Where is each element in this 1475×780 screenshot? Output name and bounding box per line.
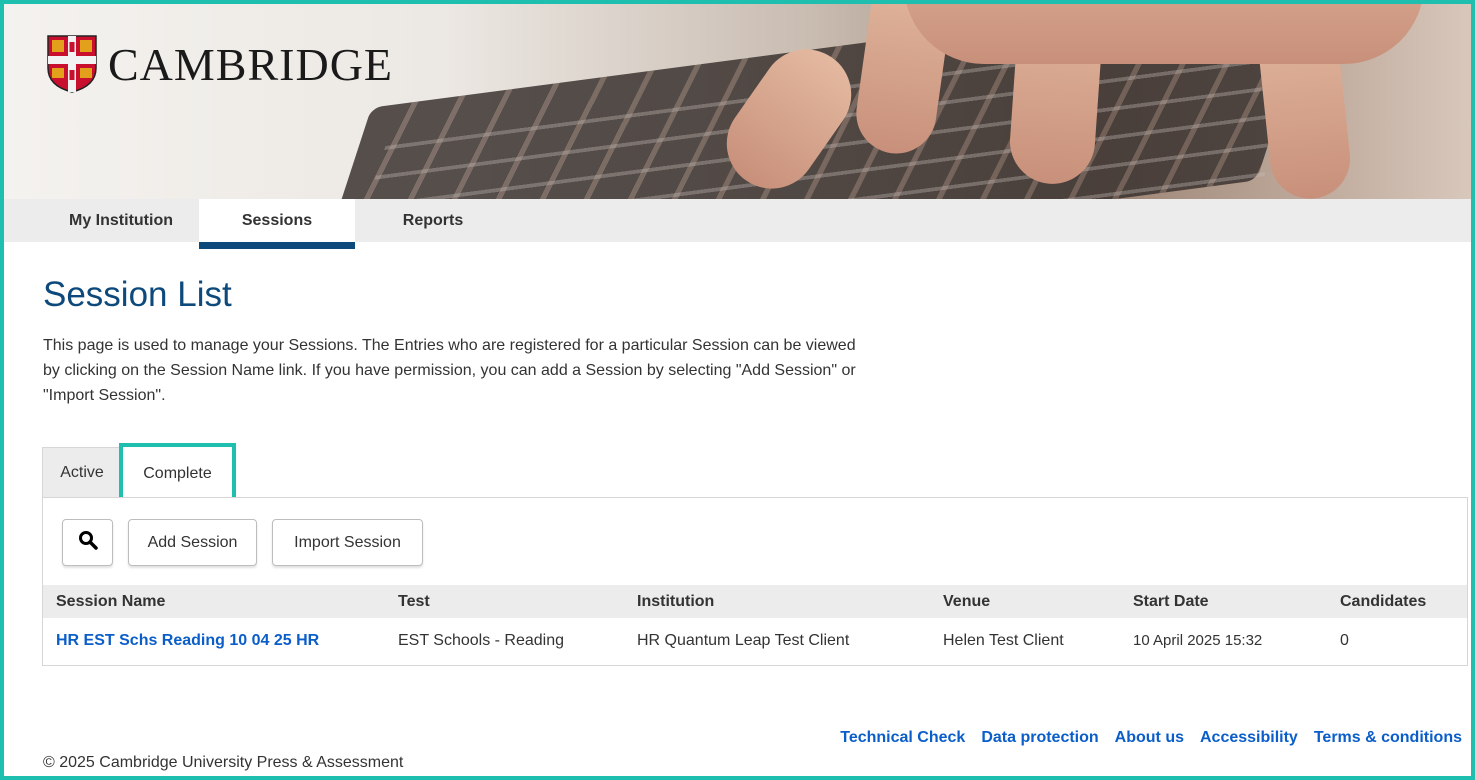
footer-link-terms[interactable]: Terms & conditions [1314,729,1462,747]
toolbar: Add Session Import Session [62,519,423,566]
cell-candidates: 0 [1340,631,1349,649]
session-panel: Add Session Import Session Session Name … [42,497,1468,666]
page-title: Session List [43,275,232,314]
col-institution: Institution [637,592,715,610]
nav-reports[interactable]: Reports [355,199,511,242]
brand-name: CAMBRIDGE [108,38,394,90]
cambridge-logo[interactable]: CAMBRIDGE [46,34,393,94]
page-description: This page is used to manage your Session… [43,337,856,404]
cell-institution: HR Quantum Leap Test Client [637,631,850,649]
tab-complete[interactable]: Complete [119,443,236,505]
cell-start-date: 10 April 2025 15:32 [1133,632,1263,649]
col-candidates: Candidates [1340,592,1427,610]
cell-venue: Helen Test Client [943,631,1064,649]
nav-my-institution[interactable]: My Institution [43,199,199,242]
col-start-date: Start Date [1133,592,1209,610]
nav-sessions[interactable]: Sessions [199,199,355,249]
footer-links: Technical Check Data protection About us… [840,729,1462,747]
search-icon [78,530,98,555]
col-session-name: Session Name [56,592,166,610]
header-banner: CAMBRIDGE [4,4,1471,199]
tab-active[interactable]: Active [42,447,122,498]
table-row: HR EST Schs Reading 10 04 25 HR EST Scho… [43,618,1467,663]
footer-link-data-protection[interactable]: Data protection [981,729,1098,747]
table-header-row: Session Name Test Institution Venue Star… [43,585,1467,618]
cell-test: EST Schools - Reading [398,631,565,649]
main-nav: My Institution Sessions Reports [4,199,1471,249]
session-table: Session Name Test Institution Venue Star… [43,585,1467,663]
import-session-button[interactable]: Import Session [272,519,423,566]
cambridge-shield-icon [46,34,98,94]
col-venue: Venue [943,592,991,610]
footer-link-accessibility[interactable]: Accessibility [1200,729,1298,747]
search-button[interactable] [62,519,113,566]
copyright: © 2025 Cambridge University Press & Asse… [43,754,404,771]
hand-photo [904,4,1424,64]
footer-link-technical-check[interactable]: Technical Check [840,729,965,747]
col-test: Test [398,592,430,610]
add-session-button[interactable]: Add Session [128,519,257,566]
session-name-link[interactable]: HR EST Schs Reading 10 04 25 HR [43,618,385,663]
footer-link-about-us[interactable]: About us [1115,729,1184,747]
